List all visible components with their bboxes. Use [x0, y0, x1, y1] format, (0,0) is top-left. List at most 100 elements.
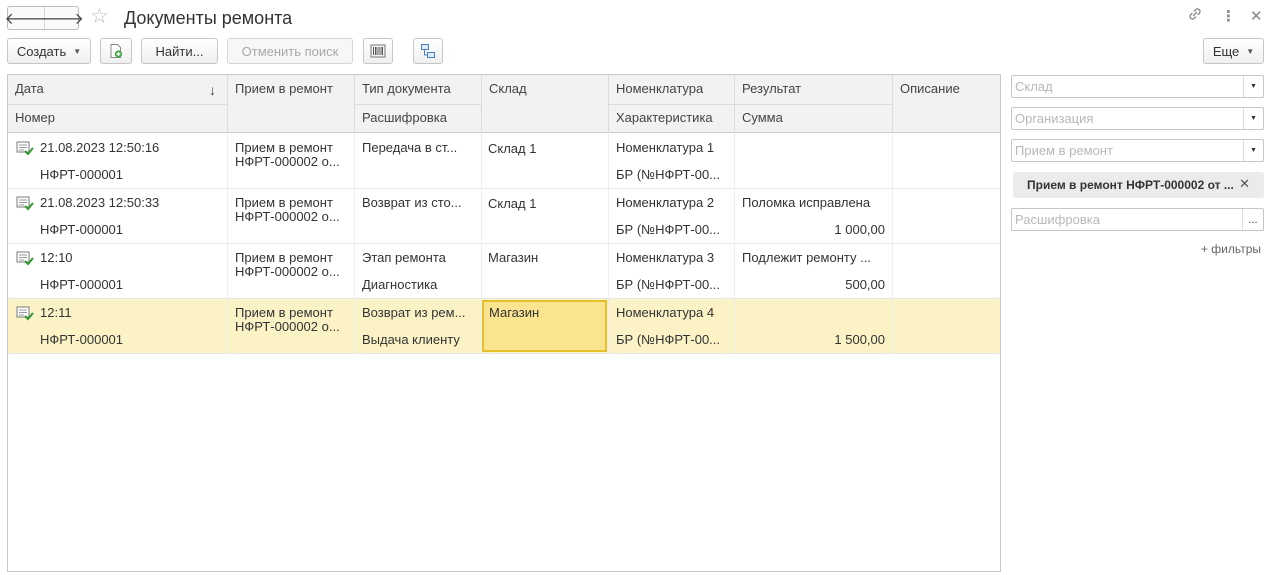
structure-icon — [421, 44, 435, 58]
posted-document-icon — [16, 141, 34, 156]
star-icon[interactable]: ☆ — [90, 5, 109, 29]
cancel-search-label: Отменить поиск — [241, 43, 339, 59]
column-header-decoding[interactable]: Расшифровка — [355, 104, 481, 132]
warehouse-filter-placeholder: Склад — [1015, 79, 1053, 94]
link-icon[interactable] — [1187, 6, 1203, 29]
page-title: Документы ремонта — [124, 8, 293, 28]
cell-number: НФРТ-000001 — [40, 222, 124, 237]
cell-amount: 500,00 — [845, 277, 885, 292]
cell-intake-line2: НФРТ-000002 о... — [235, 319, 340, 334]
cell-result: Подлежит ремонту ... — [742, 250, 871, 265]
cancel-search-button[interactable]: Отменить поиск — [227, 38, 353, 64]
close-icon[interactable]: ✕ — [1250, 6, 1263, 28]
cell-doc-type: Возврат из рем... — [362, 305, 466, 320]
cell-date: 21.08.2023 12:50:33 — [40, 195, 160, 210]
cell-warehouse: Магазин — [489, 305, 540, 320]
decoding-filter[interactable]: Расшифровка ... — [1011, 208, 1264, 231]
close-icon[interactable]: ✕ — [1239, 176, 1250, 192]
back-button[interactable]: 🡐 — [5, 7, 48, 29]
column-header-warehouse[interactable]: Склад — [482, 75, 608, 103]
cell-date: 12:11 — [40, 305, 72, 320]
cell-number: НФРТ-000001 — [40, 167, 124, 182]
cell-warehouse: Склад 1 — [488, 196, 537, 211]
cell-doc-type: Возврат из сто... — [362, 195, 462, 210]
column-header-amount[interactable]: Сумма — [735, 104, 892, 132]
cell-nomenclature: Номенклатура 2 — [616, 195, 715, 210]
table-row-selected[interactable]: 12:11 НФРТ-000001 Прием в ремонт НФРТ-00… — [8, 299, 1000, 354]
organization-filter-placeholder: Организация — [1015, 111, 1094, 126]
repair-intake-filter[interactable]: Прием в ремонт ▼ — [1011, 139, 1264, 162]
chevron-down-icon: ▼ — [1246, 46, 1255, 56]
cell-date: 21.08.2023 12:50:16 — [40, 140, 160, 155]
create-button[interactable]: Создать ▼ — [7, 38, 91, 64]
cell-intake-line1: Прием в ремонт — [235, 305, 333, 320]
cell-amount: 1 000,00 — [834, 222, 885, 237]
find-button[interactable]: Найти... — [141, 38, 218, 64]
cell-intake-line1: Прием в ремонт — [235, 250, 333, 265]
chevron-down-icon[interactable]: ▼ — [1243, 76, 1263, 97]
column-header-result[interactable]: Результат — [735, 75, 892, 103]
title-bar: 🡐 🡒 ☆ Документы ремонта ⋮ ✕ — [0, 0, 1280, 36]
posted-document-icon — [16, 306, 34, 321]
chevron-down-icon: ▼ — [73, 46, 82, 56]
active-filter-label: Прием в ремонт НФРТ-000002 от ... — [1027, 178, 1234, 192]
select-button[interactable]: ... — [1242, 209, 1263, 230]
create-label: Создать — [16, 43, 67, 59]
chevron-down-icon[interactable]: ▼ — [1243, 140, 1263, 161]
column-header-description[interactable]: Описание — [893, 75, 1000, 103]
more-actions-button[interactable]: Еще ▼ — [1203, 38, 1264, 64]
cell-decoding: Диагностика — [362, 277, 438, 292]
barcode-icon — [370, 44, 386, 58]
cell-characteristic: БР (№НФРТ-00... — [616, 332, 721, 347]
cell-intake-line2: НФРТ-000002 о... — [235, 154, 340, 169]
more-icon[interactable]: ⋮ — [1221, 6, 1236, 28]
cell-doc-type: Этап ремонта — [362, 250, 446, 265]
navigation-group: 🡐 🡒 — [5, 6, 84, 30]
column-header-date[interactable]: Дата — [8, 75, 227, 103]
posted-document-icon — [16, 196, 34, 211]
cell-number: НФРТ-000001 — [40, 332, 124, 347]
table-row[interactable]: 21.08.2023 12:50:33 НФРТ-000001 Прием в … — [8, 189, 1000, 244]
cell-characteristic: БР (№НФРТ-00... — [616, 222, 721, 237]
arrow-right-icon: 🡒 — [41, 10, 84, 28]
create-copy-button[interactable] — [100, 38, 132, 64]
cell-intake-line2: НФРТ-000002 о... — [235, 209, 340, 224]
decoding-filter-placeholder: Расшифровка — [1015, 212, 1100, 227]
column-header-characteristic[interactable]: Характеристика — [609, 104, 734, 132]
cell-result: Поломка исправлена — [742, 195, 871, 210]
add-filters-link[interactable]: + фильтры — [1201, 242, 1261, 256]
column-header-number[interactable]: Номер — [8, 104, 227, 132]
cell-warehouse: Склад 1 — [488, 141, 537, 156]
barcode-search-button[interactable] — [363, 38, 393, 64]
active-filter-chip[interactable]: Прием в ремонт НФРТ-000002 от ... ✕ — [1013, 172, 1264, 198]
table-row[interactable]: 12:10 НФРТ-000001 Прием в ремонт НФРТ-00… — [8, 244, 1000, 299]
cell-decoding: Выдача клиенту — [362, 332, 460, 347]
cell-nomenclature: Номенклатура 4 — [616, 305, 715, 320]
cell-intake-line2: НФРТ-000002 о... — [235, 264, 340, 279]
table-row[interactable]: 21.08.2023 12:50:16 НФРТ-000001 Прием в … — [8, 134, 1000, 189]
sort-down-icon: ↓ — [209, 82, 216, 98]
cell-intake-line1: Прием в ремонт — [235, 195, 333, 210]
cell-characteristic: БР (№НФРТ-00... — [616, 277, 721, 292]
more-actions-label: Еще — [1212, 43, 1240, 59]
organization-filter[interactable]: Организация ▼ — [1011, 107, 1264, 130]
posted-document-icon — [16, 251, 34, 266]
chevron-down-icon[interactable]: ▼ — [1243, 108, 1263, 129]
forward-button[interactable]: 🡒 — [41, 7, 84, 29]
cell-doc-type: Передача в ст... — [362, 140, 458, 155]
cell-intake-line1: Прием в ремонт — [235, 140, 333, 155]
cell-nomenclature: Номенклатура 1 — [616, 140, 715, 155]
cell-number: НФРТ-000001 — [40, 277, 124, 292]
structure-button[interactable] — [413, 38, 443, 64]
cell-warehouse: Магазин — [488, 250, 539, 265]
column-header-nomenclature[interactable]: Номенклатура — [609, 75, 734, 103]
column-header-doc-type[interactable]: Тип документа — [355, 75, 481, 103]
add-document-icon — [110, 44, 123, 58]
cell-amount: 1 500,00 — [834, 332, 885, 347]
cell-nomenclature: Номенклатура 3 — [616, 250, 715, 265]
column-header-repair-intake[interactable]: Прием в ремонт — [228, 75, 354, 103]
cell-date: 12:10 — [40, 250, 73, 265]
warehouse-filter[interactable]: Склад ▼ — [1011, 75, 1264, 98]
find-label: Найти... — [155, 43, 204, 59]
repair-intake-filter-placeholder: Прием в ремонт — [1015, 143, 1113, 158]
